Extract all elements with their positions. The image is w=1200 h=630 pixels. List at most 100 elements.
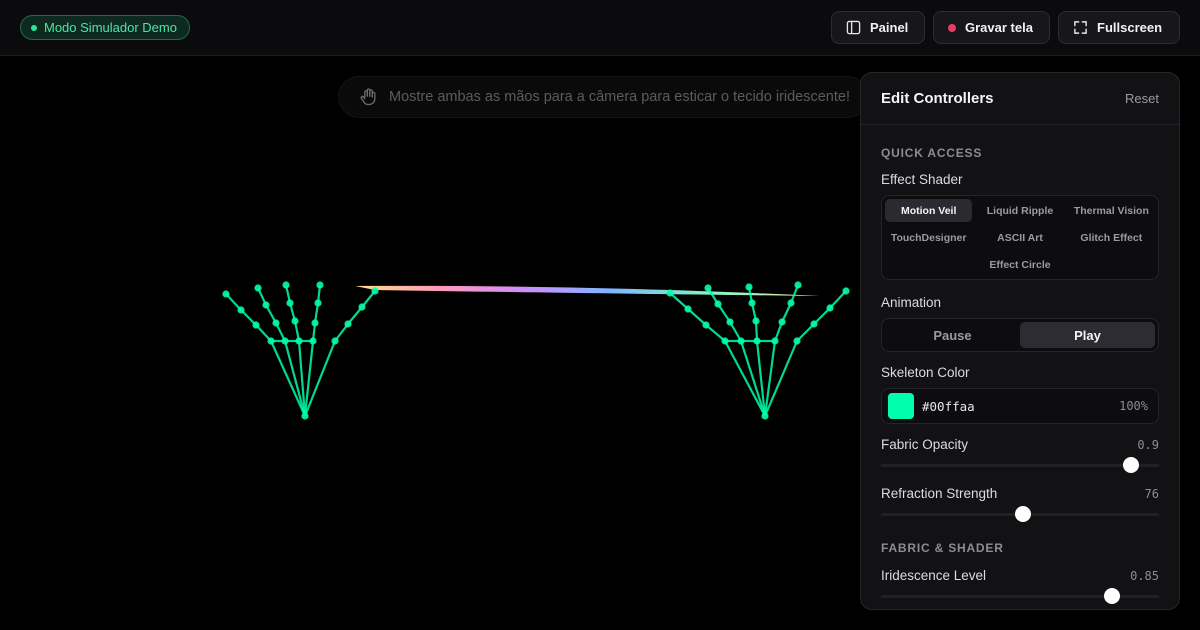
- hand-bone: [687, 308, 707, 326]
- refraction-strength-value: 76: [1144, 486, 1159, 501]
- hand-joint: [745, 283, 753, 291]
- panel-title: Edit Controllers: [881, 90, 994, 107]
- hand-skeleton-right: [666, 281, 850, 420]
- hand-joint: [314, 299, 322, 307]
- refraction-strength-slider[interactable]: [881, 506, 1159, 522]
- hand-joint: [222, 290, 230, 298]
- shader-option-touchdesigner[interactable]: TouchDesigner: [885, 226, 972, 249]
- slider-thumb[interactable]: [1014, 506, 1031, 522]
- hand-joint: [282, 281, 290, 289]
- skeleton-color-opacity: 100%: [1119, 399, 1148, 413]
- panel-button-label: Painel: [870, 20, 909, 35]
- shader-option-liquid-ripple[interactable]: Liquid Ripple: [976, 199, 1063, 222]
- hand-joint: [344, 320, 352, 328]
- animation-toggle: Pause Play: [881, 318, 1159, 352]
- hand-joint: [331, 337, 339, 345]
- effect-shader-selector: Motion Veil Liquid Ripple Thermal Vision…: [881, 195, 1159, 280]
- sidebar-icon: [846, 20, 861, 35]
- hand-joint: [311, 319, 319, 327]
- shader-option-ascii-art[interactable]: ASCII Art: [976, 226, 1063, 249]
- hand-icon: [360, 88, 376, 106]
- hand-joint: [721, 337, 729, 345]
- shader-option-effect-circle[interactable]: Effect Circle: [976, 253, 1063, 276]
- hand-joint: [281, 337, 289, 345]
- iridescence-level-slider[interactable]: [881, 588, 1159, 604]
- skeleton-color-picker[interactable]: #00ffaa 100%: [881, 388, 1159, 424]
- reset-button[interactable]: Reset: [1125, 91, 1159, 106]
- quick-access-heading: QUICK ACCESS: [881, 146, 983, 160]
- fabric-shader-heading: FABRIC & SHADER: [881, 541, 1004, 555]
- hand-joint: [778, 318, 786, 326]
- skeleton-color-label: Skeleton Color: [881, 365, 970, 380]
- effect-shader-label: Effect Shader: [881, 172, 963, 187]
- fabric-opacity-label: Fabric Opacity: [881, 437, 969, 452]
- hand-joint: [794, 281, 802, 289]
- hand-bone: [796, 323, 815, 342]
- slider-thumb[interactable]: [1103, 588, 1120, 604]
- hint-text: Mostre ambas as mãos para a câmera para …: [389, 89, 850, 105]
- hand-joint: [262, 301, 270, 309]
- hand-joint: [771, 337, 779, 345]
- hand-joint: [810, 320, 818, 328]
- hand-joint: [666, 289, 674, 297]
- hand-bone: [705, 324, 726, 342]
- refraction-strength-label: Refraction Strength: [881, 486, 998, 501]
- top-bar: Modo Simulador Demo Painel Gravar tela F…: [0, 0, 1200, 56]
- hand-joint: [702, 321, 710, 329]
- hand-joint: [309, 337, 317, 345]
- skeleton-color-hex: #00ffaa: [922, 398, 975, 414]
- hand-joint: [286, 299, 294, 307]
- iridescence-level-value: 0.85: [1130, 568, 1159, 583]
- hand-joint: [252, 321, 260, 329]
- camera-scene: [222, 281, 850, 420]
- hand-joint: [301, 412, 309, 420]
- hand-joint: [291, 317, 299, 325]
- hand-joint: [358, 303, 366, 311]
- shader-option-thermal-vision[interactable]: Thermal Vision: [1068, 199, 1155, 222]
- edit-controllers-panel: Edit Controllers Reset QUICK ACCESS Effe…: [860, 72, 1180, 610]
- hand-joint: [842, 287, 850, 295]
- hand-joint: [684, 305, 692, 313]
- hand-joint: [371, 287, 379, 295]
- panel-header: Edit Controllers Reset: [861, 73, 1179, 125]
- hand-joint: [753, 337, 761, 345]
- hand-joint: [761, 412, 769, 420]
- hand-joint: [787, 299, 795, 307]
- expand-icon: [1074, 21, 1087, 34]
- panel-toggle-button[interactable]: Painel: [831, 11, 925, 44]
- hand-joint: [272, 319, 280, 327]
- hand-joint: [295, 337, 303, 345]
- slider-thumb[interactable]: [1123, 457, 1140, 473]
- demo-badge-label: Modo Simulador Demo: [44, 20, 177, 35]
- hand-joint: [826, 304, 834, 312]
- fullscreen-button[interactable]: Fullscreen: [1058, 11, 1180, 44]
- hand-joint: [254, 284, 262, 292]
- fullscreen-button-label: Fullscreen: [1097, 20, 1163, 35]
- hand-joint: [714, 300, 722, 308]
- hand-joint: [737, 337, 745, 345]
- hand-joint: [316, 281, 324, 289]
- hand-joint: [726, 318, 734, 326]
- fabric-opacity-value: 0.9: [1137, 437, 1159, 452]
- demo-mode-badge: Modo Simulador Demo: [20, 15, 190, 40]
- hand-skeleton-left: [222, 281, 379, 420]
- status-dot-icon: [31, 24, 37, 31]
- hand-bone: [669, 292, 689, 310]
- record-button-label: Gravar tela: [965, 20, 1033, 35]
- instruction-hint: Mostre ambas as mãos para a câmera para …: [338, 76, 868, 118]
- play-button[interactable]: Play: [1020, 322, 1155, 348]
- color-swatch[interactable]: [888, 393, 914, 419]
- fabric-opacity-slider[interactable]: [881, 457, 1159, 473]
- hand-joint: [704, 284, 712, 292]
- iridescence-level-label: Iridescence Level: [881, 568, 987, 583]
- hand-joint: [752, 317, 760, 325]
- shader-option-glitch-effect[interactable]: Glitch Effect: [1068, 226, 1155, 249]
- hand-joint: [793, 337, 801, 345]
- hand-joint: [267, 337, 275, 345]
- record-dot-icon: [948, 23, 956, 32]
- record-screen-button[interactable]: Gravar tela: [933, 11, 1050, 44]
- shader-option-motion-veil[interactable]: Motion Veil: [885, 199, 973, 222]
- pause-button[interactable]: Pause: [885, 322, 1020, 348]
- hand-joint: [748, 299, 756, 307]
- animation-label: Animation: [881, 295, 942, 310]
